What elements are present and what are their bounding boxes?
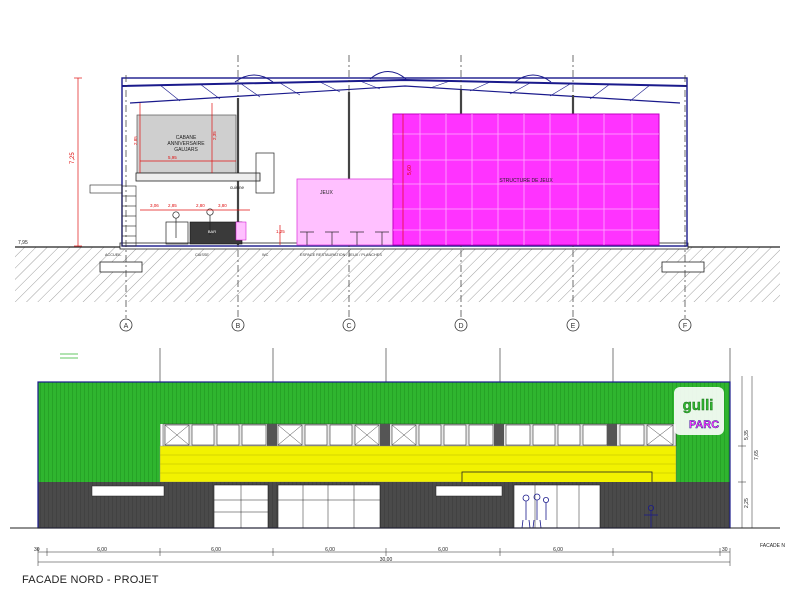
play-height-label: 5,60 [407, 165, 413, 175]
drawing-caption: FACADE NORD - PROJET [22, 574, 159, 586]
sign-line-2: PARC [689, 419, 719, 431]
white-band-left [91, 485, 165, 497]
sign-line-1: gulli [683, 397, 714, 414]
bay-dim-4: 6,00 [438, 547, 448, 553]
mezzanine-floor [135, 172, 261, 182]
bay-dim-5: 6,00 [553, 547, 563, 553]
grid-axis-a: A [124, 323, 129, 330]
white-band-mid [435, 485, 503, 497]
upper-room-label: cuisine [230, 185, 245, 190]
footing-right [661, 261, 705, 273]
bay-dim-3: 6,00 [325, 547, 335, 553]
left-height-dim: 7,25 [70, 152, 76, 164]
footing-left [99, 261, 143, 273]
grid-axis-b: B [236, 323, 241, 330]
ground-hatch [15, 247, 780, 302]
overall-dim: 30,00 [380, 557, 393, 563]
bar-back [165, 221, 189, 245]
zone-label-2: CAISSE [195, 253, 209, 257]
mid-dim-6: 2,35 [212, 131, 217, 140]
end-dim-left: 30 [34, 547, 40, 553]
grid-axis-f: F [683, 323, 687, 330]
mid-dim-1: 3,06 [150, 203, 159, 208]
gulli-parc-sign: gulli PARC [674, 387, 724, 435]
play-structure-label: STRUCTURE DE JEUX [499, 178, 553, 184]
bar-label: BAR [208, 229, 216, 234]
play-structure-pink [296, 178, 394, 246]
height-dim-1: 5,35 [744, 430, 750, 440]
grid-bubbles [119, 318, 692, 332]
end-dim-right: 30 [722, 547, 728, 553]
height-dim-3: 2,25 [744, 498, 750, 508]
left-stair [89, 184, 137, 247]
green-cladding-ribs-upper [160, 382, 676, 424]
mid-dim-2: 2,85 [168, 203, 177, 208]
grid-axis-d: D [458, 323, 463, 330]
top-level-markers [60, 353, 78, 359]
roof-truss-bottom [129, 85, 681, 104]
grid-axis-e: E [571, 323, 576, 330]
room-width-dim: 5,95 [168, 155, 177, 160]
zone-label-3: WC [262, 253, 269, 257]
mid-dim-4: 3,80 [218, 203, 227, 208]
bay-dim-2: 6,00 [211, 547, 221, 553]
zone-label-1: ACCUEIL [105, 253, 121, 257]
green-cladding-ribs-left [38, 382, 160, 482]
grid-axis-c: C [346, 323, 351, 330]
side-label: FACADE N [760, 543, 785, 549]
facade-view: gulli PARC 5,35 7,65 2,25 30 6,00 6,00 6… [10, 348, 785, 566]
mid-dim-5: 2,85 [133, 136, 138, 145]
floor-dim-1: 1,25 [276, 229, 285, 234]
height-dim-2: 7,65 [754, 450, 760, 460]
pink-panel [235, 221, 247, 241]
play-label: JEUX [320, 190, 333, 196]
ground-level-label: 7,95 [18, 240, 28, 246]
mid-dim-3: 2,80 [196, 203, 205, 208]
roof-truss-top [121, 78, 688, 87]
zone-label-4: ESPACE RESTAURATION / JEUX / PLANCHES [300, 253, 382, 257]
architectural-drawing: CABANE ANNIVERSAIRE GAUJARS cuisine BAR … [10, 55, 785, 566]
bay-dim-1: 6,00 [97, 547, 107, 553]
section-view: CABANE ANNIVERSAIRE GAUJARS cuisine BAR … [15, 55, 780, 332]
room-label-3: GAUJARS [174, 147, 198, 153]
